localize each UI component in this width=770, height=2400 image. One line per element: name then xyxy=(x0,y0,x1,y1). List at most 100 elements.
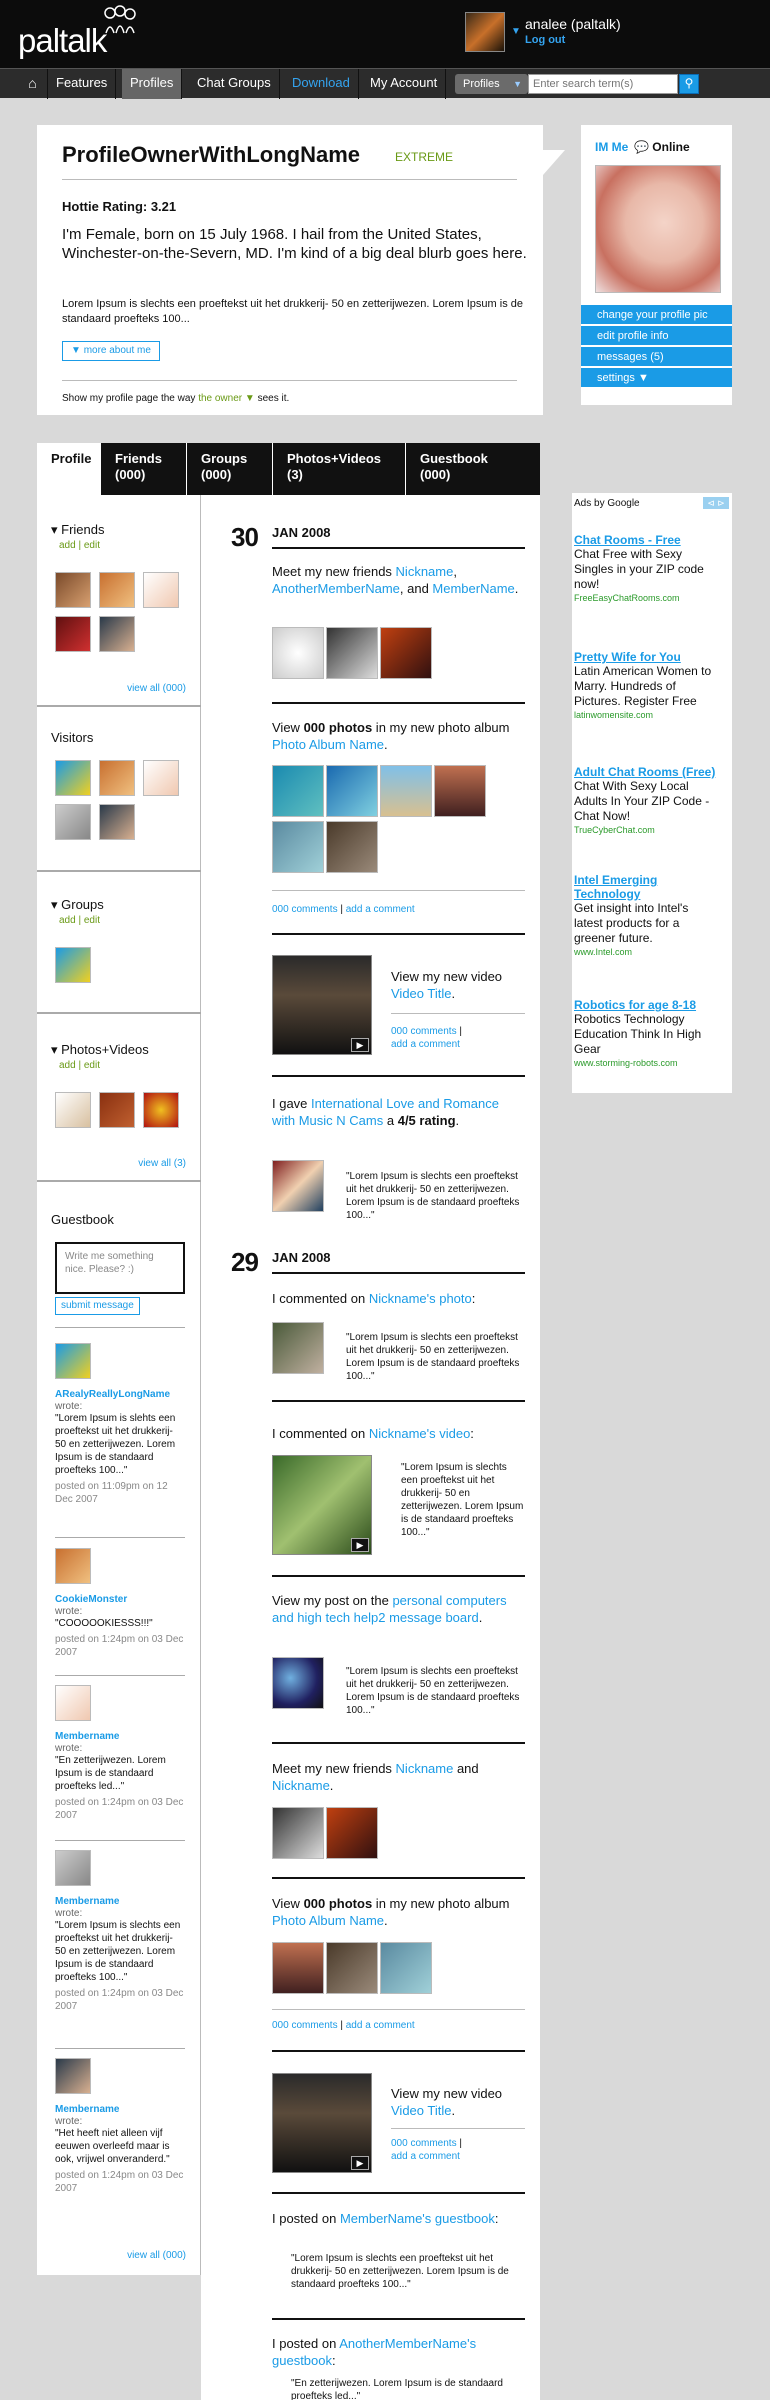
add-comment-link[interactable]: add a comment xyxy=(346,2020,415,2031)
visitor-thumb[interactable] xyxy=(99,760,135,796)
logout-link[interactable]: Log out xyxy=(525,34,565,46)
friend-thumb[interactable] xyxy=(143,572,179,608)
messages-button[interactable]: messages (5) xyxy=(581,347,732,367)
guestbook-author[interactable]: CookieMonster xyxy=(55,1593,185,1606)
friend-link[interactable]: MemberName xyxy=(432,581,514,596)
add-comment-link[interactable]: add a comment xyxy=(391,2151,460,2162)
guestbook-view-all-link[interactable]: view all (000) xyxy=(127,2250,186,2261)
chevron-down-icon[interactable]: ▼ xyxy=(511,26,521,37)
ad-item[interactable]: Adult Chat Rooms (Free) Chat With Sexy L… xyxy=(574,765,719,836)
photo-thumb[interactable] xyxy=(55,1092,91,1128)
friend-thumb[interactable] xyxy=(99,616,135,652)
settings-button[interactable]: settings ▼ xyxy=(581,368,732,388)
groups-heading[interactable]: ▾ Groups xyxy=(51,897,104,913)
guestbook-avatar[interactable] xyxy=(55,2058,91,2094)
friends-heading[interactable]: ▾ Friends xyxy=(51,522,105,538)
ad-title[interactable]: Pretty Wife for You xyxy=(574,650,719,664)
friends-view-all-link[interactable]: view all (000) xyxy=(127,683,186,694)
rated-thumb[interactable] xyxy=(272,1160,324,1212)
groups-add-link[interactable]: add xyxy=(59,915,76,926)
comments-link[interactable]: 000 comments xyxy=(391,2138,457,2149)
photo-thumb[interactable] xyxy=(272,765,324,817)
video-thumb[interactable]: ▶ xyxy=(272,955,372,1055)
paltalk-logo[interactable]: paltalk xyxy=(18,22,107,60)
friend-thumb[interactable] xyxy=(55,572,91,608)
video-link[interactable]: Nickname's video xyxy=(369,1426,470,1441)
ad-url[interactable]: latinwomensite.com xyxy=(574,709,719,721)
photo-link[interactable]: Nickname's photo xyxy=(369,1291,472,1306)
add-comment-link[interactable]: add a comment xyxy=(346,904,415,915)
photo-thumb[interactable] xyxy=(326,1942,378,1994)
guestbook-author[interactable]: Membername xyxy=(55,2103,185,2116)
friend-thumb[interactable] xyxy=(272,1807,324,1859)
guestbook-message-input[interactable]: Write me something nice. Please? :) xyxy=(55,1242,185,1294)
ads-label[interactable]: Ads by Google xyxy=(574,498,640,509)
nav-features[interactable]: Features xyxy=(48,69,117,99)
add-comment-link[interactable]: add a comment xyxy=(391,1039,460,1050)
album-link[interactable]: Photo Album Name xyxy=(272,737,384,752)
photo-thumb[interactable] xyxy=(434,765,486,817)
guestbook-avatar[interactable] xyxy=(55,1548,91,1584)
photo-thumb[interactable] xyxy=(272,1322,324,1374)
ad-item[interactable]: Chat Rooms - Free Chat Free with Sexy Si… xyxy=(574,533,719,604)
photo-thumb[interactable] xyxy=(380,1942,432,1994)
comments-link[interactable]: 000 comments xyxy=(272,904,338,915)
photo-thumb[interactable] xyxy=(380,765,432,817)
post-thumb[interactable] xyxy=(272,1657,324,1709)
ad-title[interactable]: Robotics for age 8-18 xyxy=(574,998,719,1012)
visitor-thumb[interactable] xyxy=(99,804,135,840)
nav-download[interactable]: Download xyxy=(284,69,359,99)
photo-thumb[interactable] xyxy=(99,1092,135,1128)
change-profile-pic-button[interactable]: change your profile pic xyxy=(581,305,732,325)
photos-view-all-link[interactable]: view all (3) xyxy=(138,1158,186,1169)
comments-link[interactable]: 000 comments xyxy=(391,1026,457,1037)
adchoices-icon[interactable]: ⊲ ⊳ xyxy=(703,497,729,509)
submit-message-button[interactable]: submit message xyxy=(55,1297,140,1315)
friend-link[interactable]: Nickname xyxy=(272,1778,330,1793)
friend-link[interactable]: Nickname xyxy=(396,1761,454,1776)
friend-thumb[interactable] xyxy=(99,572,135,608)
friend-thumb[interactable] xyxy=(326,1807,378,1859)
visitor-thumb[interactable] xyxy=(143,760,179,796)
visitor-thumb[interactable] xyxy=(55,804,91,840)
ad-url[interactable]: www.storming-robots.com xyxy=(574,1057,719,1069)
photos-heading[interactable]: ▾ Photos+Videos xyxy=(51,1042,149,1058)
more-about-me-button[interactable]: ▼ more about me xyxy=(62,341,160,361)
photo-thumb[interactable] xyxy=(272,821,324,873)
photo-thumb[interactable] xyxy=(326,821,378,873)
ad-url[interactable]: TrueCyberChat.com xyxy=(574,824,719,836)
nav-my-account[interactable]: My Account xyxy=(362,69,447,99)
video-thumb[interactable]: ▶ xyxy=(272,1455,372,1555)
video-thumb[interactable]: ▶ xyxy=(272,2073,372,2173)
friend-thumb[interactable] xyxy=(272,627,324,679)
friends-edit-link[interactable]: edit xyxy=(84,540,100,551)
tab-photos-videos[interactable]: Photos+Videos (3) xyxy=(273,443,406,495)
nav-profiles[interactable]: Profiles xyxy=(122,69,183,99)
ad-title[interactable]: Intel Emerging Technology xyxy=(574,873,719,901)
nav-chat-groups[interactable]: Chat Groups xyxy=(189,69,280,99)
friend-thumb[interactable] xyxy=(380,627,432,679)
friend-thumb[interactable] xyxy=(55,616,91,652)
search-button[interactable]: ⚲ xyxy=(679,74,699,94)
user-avatar[interactable] xyxy=(465,12,505,52)
visitor-thumb[interactable] xyxy=(55,760,91,796)
guestbook-avatar[interactable] xyxy=(55,1685,91,1721)
friend-link[interactable]: AnotherMemberName xyxy=(272,581,400,596)
friends-add-link[interactable]: add xyxy=(59,540,76,551)
groups-edit-link[interactable]: edit xyxy=(84,915,100,926)
ad-title[interactable]: Adult Chat Rooms (Free) xyxy=(574,765,719,779)
search-input[interactable] xyxy=(528,74,678,94)
photos-add-link[interactable]: add xyxy=(59,1060,76,1071)
ad-item[interactable]: Pretty Wife for You Latin American Women… xyxy=(574,650,719,721)
edit-profile-info-button[interactable]: edit profile info xyxy=(581,326,732,346)
tab-groups[interactable]: Groups (000) xyxy=(187,443,273,495)
search-category-select[interactable]: Profiles ▼ xyxy=(455,74,528,94)
home-icon[interactable]: ⌂ xyxy=(18,69,48,99)
guestbook-author[interactable]: Membername xyxy=(55,1730,185,1743)
guestbook-author[interactable]: Membername xyxy=(55,1895,185,1908)
guestbook-avatar[interactable] xyxy=(55,1850,91,1886)
guestbook-link[interactable]: MemberName's guestbook xyxy=(340,2211,495,2226)
guestbook-author[interactable]: ARealyReallyLongName xyxy=(55,1388,185,1401)
album-link[interactable]: Photo Album Name xyxy=(272,1913,384,1928)
ad-item[interactable]: Intel Emerging Technology Get insight in… xyxy=(574,873,719,958)
